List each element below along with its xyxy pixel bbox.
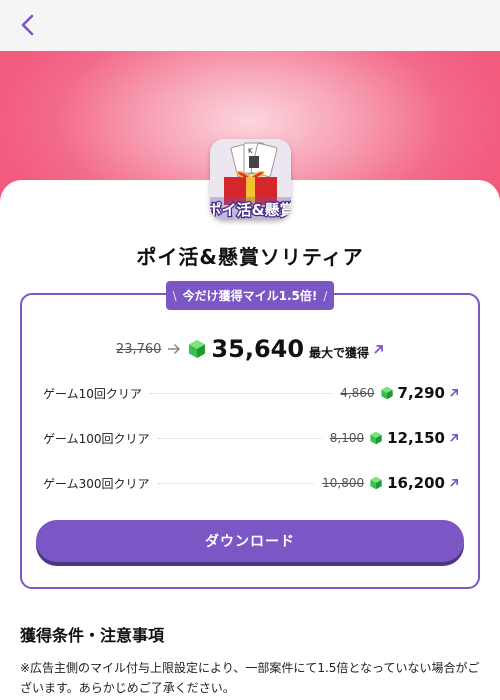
arrow-right-icon bbox=[168, 343, 181, 355]
row-old-value: 10,800 bbox=[322, 476, 365, 490]
chevron-left-icon[interactable] bbox=[16, 12, 42, 38]
solitaire-cards-icon: K ポイ活&懸賞 bbox=[210, 139, 291, 220]
row-divider bbox=[149, 392, 333, 394]
row-divider bbox=[157, 482, 315, 484]
row-old-value: 4,860 bbox=[340, 386, 375, 400]
row-new-value: 16,200 bbox=[387, 474, 445, 492]
app-title: ポイ活&懸賞ソリティア bbox=[136, 245, 364, 269]
arrow-up-right-icon bbox=[374, 344, 383, 354]
row-label: ゲーム300回クリア bbox=[43, 476, 150, 491]
max-suffix: 最大で獲得 bbox=[309, 345, 370, 360]
row-new-value: 12,150 bbox=[387, 429, 445, 447]
badge-right-mark: / bbox=[323, 288, 328, 303]
badge-left-mark: \ bbox=[172, 288, 177, 303]
green-gem-icon bbox=[189, 340, 206, 358]
green-gem-icon bbox=[370, 476, 382, 490]
green-gem-icon bbox=[370, 431, 382, 445]
conditions-notice: ※広告主側のマイル付与上限設定により、一部案件にて1.5倍となっていない場合がご… bbox=[20, 661, 480, 695]
max-new-value: 35,640 bbox=[211, 335, 305, 363]
reward-row: ゲーム10回クリア 4,860 7,290 bbox=[43, 381, 459, 405]
arrow-up-right-icon bbox=[450, 479, 458, 487]
app-icon-text: ポイ活&懸賞 bbox=[210, 201, 291, 219]
row-label: ゲーム100回クリア bbox=[43, 431, 150, 446]
row-new-value: 7,290 bbox=[397, 384, 445, 402]
arrow-up-right-icon bbox=[450, 434, 458, 442]
reward-row: ゲーム300回クリア 10,800 16,200 bbox=[43, 471, 459, 495]
badge-text: 今だけ獲得マイル1.5倍! bbox=[182, 289, 318, 303]
row-old-value: 8,100 bbox=[329, 431, 365, 445]
svg-text:K: K bbox=[248, 147, 253, 155]
row-label: ゲーム10回クリア bbox=[43, 386, 142, 401]
row-divider bbox=[157, 437, 322, 439]
bonus-badge: \ 今だけ獲得マイル1.5倍! / bbox=[166, 281, 334, 310]
reward-row: ゲーム100回クリア 8,100 12,150 bbox=[43, 426, 459, 450]
conditions-title: 獲得条件・注意事項 bbox=[20, 626, 165, 645]
max-reward-row: 23,760 35,640 最大で獲得 bbox=[0, 334, 500, 364]
top-bar bbox=[0, 0, 500, 51]
green-gem-icon bbox=[380, 386, 393, 400]
app-icon: K ポイ活&懸賞 bbox=[210, 139, 291, 220]
max-old-value: 23,760 bbox=[115, 341, 162, 357]
arrow-up-right-icon bbox=[450, 389, 458, 397]
download-button[interactable]: ダウンロード bbox=[36, 520, 464, 562]
